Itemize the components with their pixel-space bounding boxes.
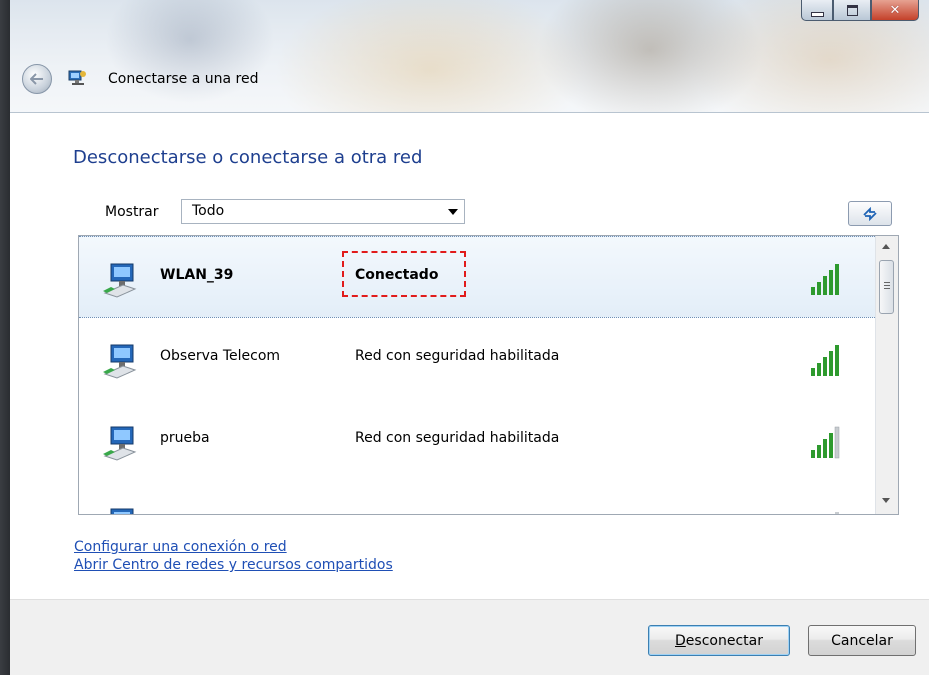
- chevron-down-icon: [448, 209, 458, 215]
- maximize-button[interactable]: [833, 0, 871, 21]
- network-name: WLAN_39: [160, 267, 234, 283]
- network-row-prueba[interactable]: prueba Red con seguridad habilitada: [79, 400, 877, 482]
- network-icon: [68, 70, 86, 85]
- window-left-edge: [0, 0, 10, 675]
- grip-icon: [884, 282, 890, 283]
- network-status: Red con seguridad habilitada: [355, 430, 560, 446]
- scroll-down-icon[interactable]: [882, 498, 890, 503]
- wireless-network-icon: [103, 426, 137, 461]
- content-area: Desconectarse o conectarse a otra red Mo…: [10, 112, 929, 600]
- close-button[interactable]: ✕: [871, 0, 919, 21]
- network-row-observa-telecom[interactable]: Observa Telecom Red con seguridad habili…: [79, 318, 877, 400]
- back-button[interactable]: [22, 64, 52, 94]
- signal-strength-icon: [811, 345, 839, 376]
- minimize-button[interactable]: [801, 0, 833, 21]
- close-icon: ✕: [889, 2, 901, 18]
- network-status: Conectado: [355, 267, 439, 283]
- setup-connection-link[interactable]: Configurar una conexión o red: [74, 538, 393, 556]
- button-bar: Desconectar Cancelar: [10, 599, 929, 675]
- title-bar-glass: [10, 0, 929, 112]
- wireless-network-icon: [103, 344, 137, 379]
- window-controls: ✕: [801, 0, 919, 21]
- signal-strength-icon: [811, 264, 839, 295]
- window-title: Conectarse a una red: [108, 71, 259, 87]
- signal-strength-icon: [835, 512, 839, 514]
- network-row-partial[interactable]: [79, 482, 877, 514]
- network-row-wlan-39[interactable]: WLAN_39 Conectado: [79, 236, 877, 318]
- disconnect-button-label: Desconectar: [675, 632, 763, 649]
- network-list[interactable]: WLAN_39 Conectado Observa Telecom Red co…: [78, 235, 899, 515]
- page-heading: Desconectarse o conectarse a otra red: [73, 147, 423, 168]
- signal-strength-icon: [811, 426, 840, 459]
- network-center-link[interactable]: Abrir Centro de redes y recursos compart…: [74, 556, 393, 574]
- network-name: prueba: [160, 430, 210, 446]
- connect-network-window: ✕ Conectarse a una red Desconectarse o c…: [0, 0, 929, 675]
- navigation-bar: Conectarse a una red: [22, 64, 258, 94]
- network-status: Red con seguridad habilitada: [355, 348, 560, 364]
- maximize-icon: [846, 4, 858, 16]
- links-section: Configurar una conexión o red Abrir Cent…: [74, 538, 393, 574]
- cancel-button[interactable]: Cancelar: [808, 625, 916, 656]
- scroll-thumb[interactable]: [879, 260, 894, 314]
- scroll-up-icon[interactable]: [882, 244, 890, 249]
- wireless-network-icon: [110, 508, 134, 514]
- minimize-icon: [810, 11, 824, 17]
- cancel-button-label: Cancelar: [831, 632, 893, 649]
- show-filter-dropdown[interactable]: Todo: [181, 199, 465, 224]
- network-name: Observa Telecom: [160, 348, 281, 364]
- show-filter-label: Mostrar: [105, 204, 159, 220]
- back-arrow-icon: [30, 73, 43, 85]
- disconnect-button[interactable]: Desconectar: [648, 625, 790, 656]
- wireless-network-icon: [103, 263, 137, 298]
- refresh-button[interactable]: [848, 201, 892, 226]
- refresh-icon: [863, 206, 877, 221]
- show-filter-value: Todo: [192, 203, 225, 219]
- network-list-scrollbar[interactable]: [875, 236, 898, 514]
